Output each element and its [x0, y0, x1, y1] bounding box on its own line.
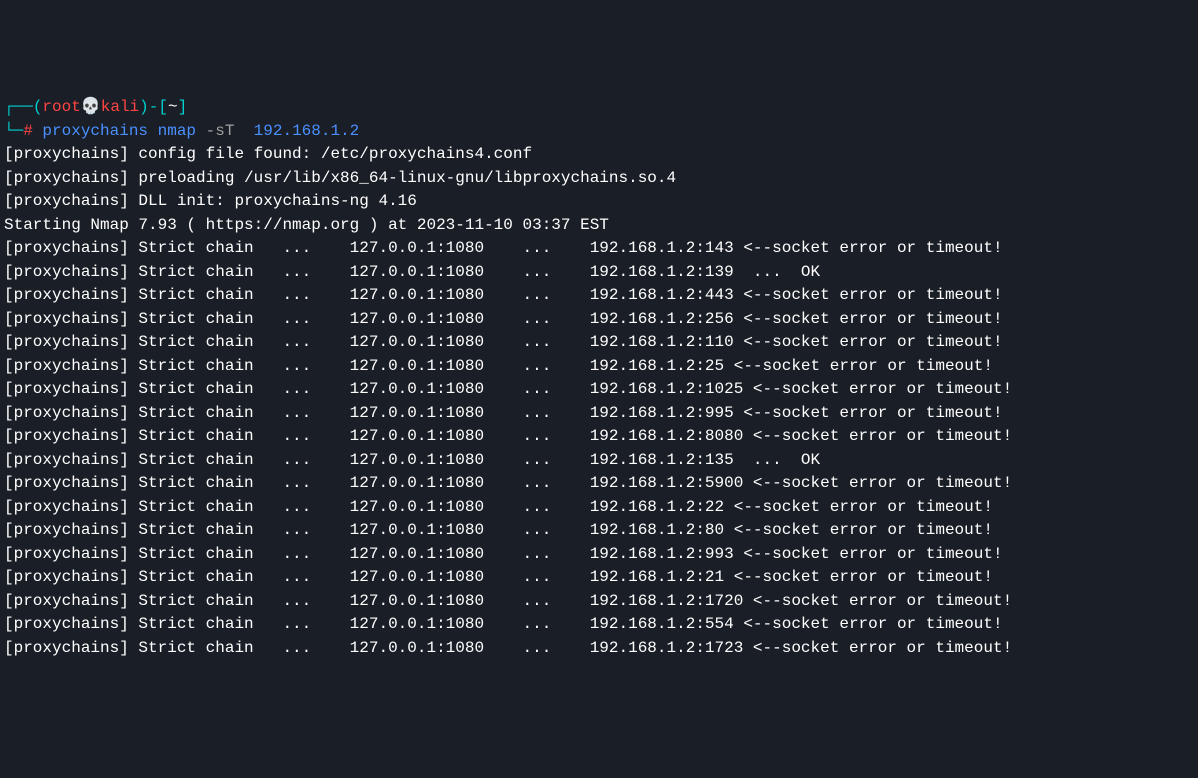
chain-line: [proxychains] Strict chain ... 127.0.0.1… — [4, 613, 1194, 637]
output-line: [proxychains] preloading /usr/lib/x86_64… — [4, 167, 1194, 191]
chain-line: [proxychains] Strict chain ... 127.0.0.1… — [4, 402, 1194, 426]
chain-line: [proxychains] Strict chain ... 127.0.0.1… — [4, 566, 1194, 590]
chain-line: [proxychains] Strict chain ... 127.0.0.1… — [4, 496, 1194, 520]
chain-line: [proxychains] Strict chain ... 127.0.0.1… — [4, 425, 1194, 449]
chain-line: [proxychains] Strict chain ... 127.0.0.1… — [4, 308, 1194, 332]
chain-line: [proxychains] Strict chain ... 127.0.0.1… — [4, 519, 1194, 543]
output-line: Starting Nmap 7.93 ( https://nmap.org ) … — [4, 214, 1194, 238]
prompt-line-2[interactable]: └─# proxychains nmap -sT 192.168.1.2 — [4, 120, 1194, 144]
terminal-output: ┌──(root💀kali)-[~]└─# proxychains nmap -… — [4, 96, 1194, 660]
chain-line: [proxychains] Strict chain ... 127.0.0.1… — [4, 261, 1194, 285]
chain-line: [proxychains] Strict chain ... 127.0.0.1… — [4, 331, 1194, 355]
chain-line: [proxychains] Strict chain ... 127.0.0.1… — [4, 378, 1194, 402]
output-line: [proxychains] config file found: /etc/pr… — [4, 143, 1194, 167]
chain-line: [proxychains] Strict chain ... 127.0.0.1… — [4, 449, 1194, 473]
prompt-line-1: ┌──(root💀kali)-[~] — [4, 96, 1194, 120]
chain-line: [proxychains] Strict chain ... 127.0.0.1… — [4, 472, 1194, 496]
chain-line: [proxychains] Strict chain ... 127.0.0.1… — [4, 355, 1194, 379]
output-line: [proxychains] DLL init: proxychains-ng 4… — [4, 190, 1194, 214]
chain-line: [proxychains] Strict chain ... 127.0.0.1… — [4, 590, 1194, 614]
chain-line: [proxychains] Strict chain ... 127.0.0.1… — [4, 284, 1194, 308]
chain-line: [proxychains] Strict chain ... 127.0.0.1… — [4, 637, 1194, 661]
chain-line: [proxychains] Strict chain ... 127.0.0.1… — [4, 237, 1194, 261]
chain-line: [proxychains] Strict chain ... 127.0.0.1… — [4, 543, 1194, 567]
